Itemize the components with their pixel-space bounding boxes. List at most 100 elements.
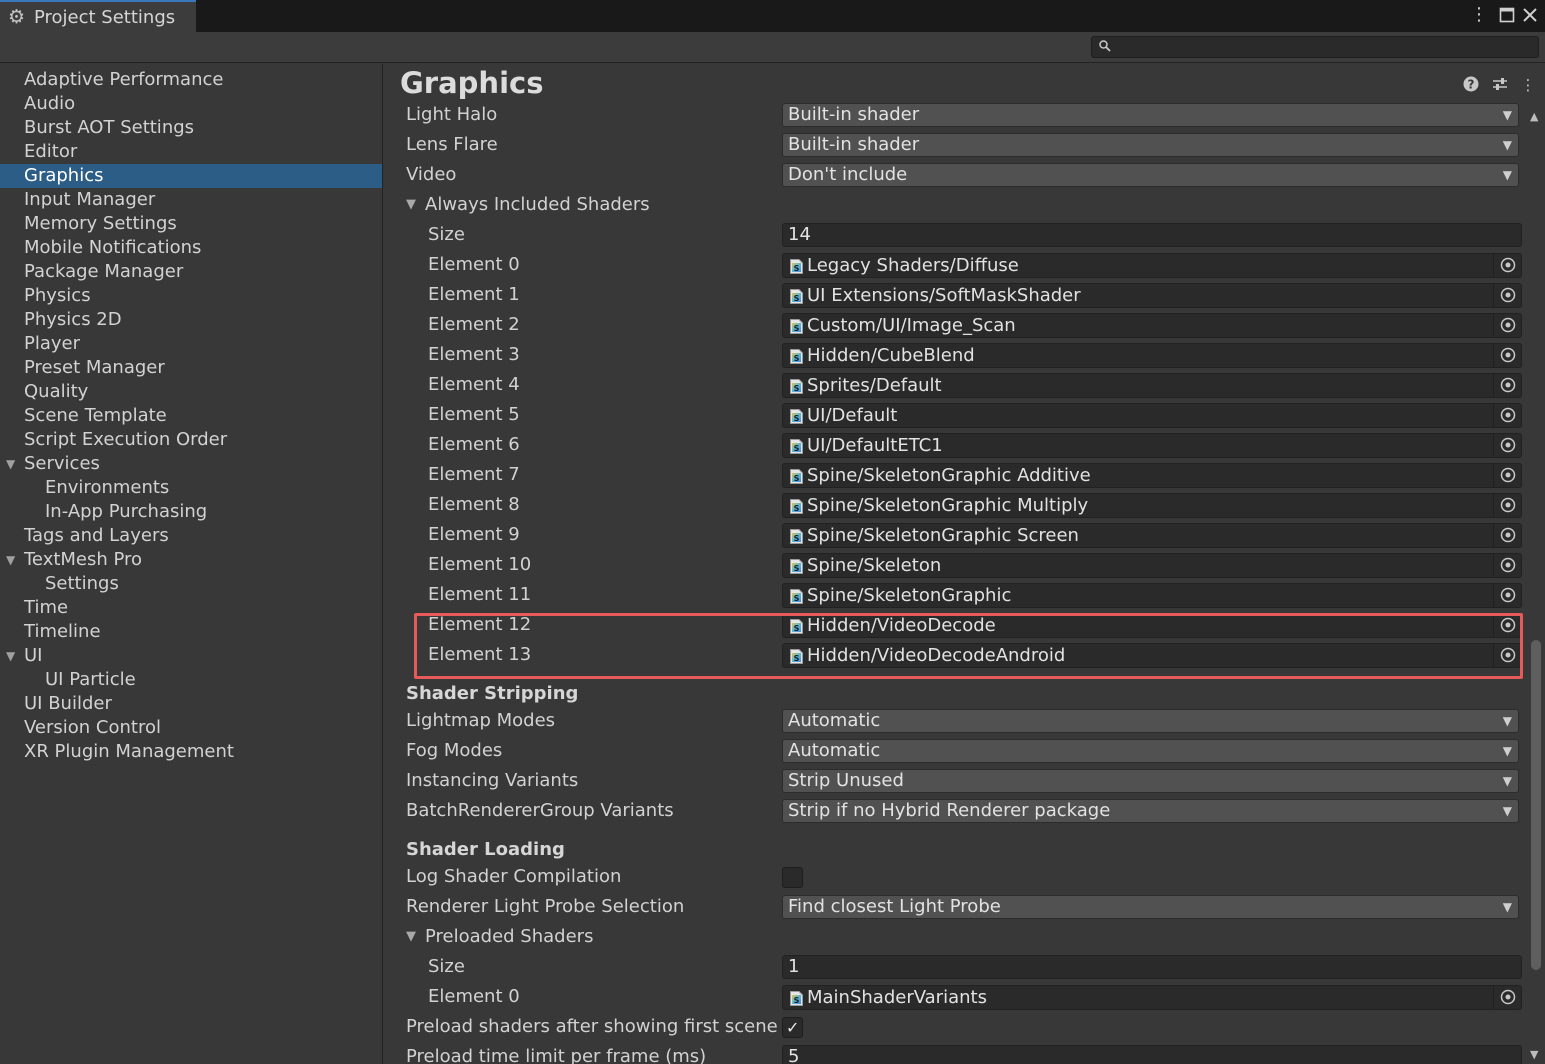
log-shader-compilation-checkbox[interactable] <box>782 867 803 888</box>
sidebar-item-physics-2d[interactable]: Physics 2D <box>0 308 382 332</box>
preloaded-size-field[interactable]: 1 <box>782 955 1522 979</box>
sidebar-item-memory-settings[interactable]: Memory Settings <box>0 212 382 236</box>
object-picker-button[interactable] <box>1493 644 1521 667</box>
sidebar-item-xr-plugin-management[interactable]: XR Plugin Management <box>0 740 382 764</box>
object-picker-button[interactable] <box>1493 524 1521 547</box>
shader-object-field[interactable]: S Spine/SkeletonGraphic Additive <box>782 463 1522 488</box>
sidebar-item-timeline[interactable]: Timeline <box>0 620 382 644</box>
sidebar-item-in-app-purchasing[interactable]: In-App Purchasing <box>0 500 382 524</box>
foldout-expanded-icon[interactable]: ▼ <box>406 922 416 952</box>
sidebar-item-scene-template[interactable]: Scene Template <box>0 404 382 428</box>
object-picker-button[interactable] <box>1493 284 1521 307</box>
sidebar-item-physics[interactable]: Physics <box>0 284 382 308</box>
object-picker-button[interactable] <box>1493 404 1521 427</box>
kebab-menu-icon[interactable]: ⋮ <box>1468 4 1490 26</box>
svg-text:S: S <box>794 264 800 273</box>
sidebar-item-ui[interactable]: ▼ UI <box>0 644 382 668</box>
sidebar-item-ui-builder[interactable]: UI Builder <box>0 692 382 716</box>
sidebar-item-audio[interactable]: Audio <box>0 92 382 116</box>
object-picker-button[interactable] <box>1493 584 1521 607</box>
object-picker-icon <box>1500 527 1516 543</box>
always-included-size-field[interactable]: 14 <box>782 223 1522 247</box>
sidebar-item-preset-manager[interactable]: Preset Manager <box>0 356 382 380</box>
batchrenderergroup-variants-dropdown[interactable]: Strip if no Hybrid Renderer package ▼ <box>782 799 1519 823</box>
checkmark-icon: ✓ <box>786 1018 800 1037</box>
sidebar-item-time[interactable]: Time <box>0 596 382 620</box>
shader-object-field[interactable]: S UI/DefaultETC1 <box>782 433 1522 458</box>
dropdown-value: Strip if no Hybrid Renderer package <box>788 800 1111 821</box>
search-input[interactable] <box>1116 38 1531 56</box>
svg-text:S: S <box>794 354 800 363</box>
shader-object-field[interactable]: S UI Extensions/SoftMaskShader <box>782 283 1522 308</box>
object-picker-button[interactable] <box>1493 554 1521 577</box>
video-dropdown[interactable]: Don't include ▼ <box>782 163 1519 187</box>
shader-object-field[interactable]: S Spine/SkeletonGraphic Screen <box>782 523 1522 548</box>
lens-flare-dropdown[interactable]: Built-in shader ▼ <box>782 133 1519 157</box>
shader-object-field[interactable]: S Hidden/VideoDecodeAndroid <box>782 643 1522 668</box>
sidebar-item-graphics[interactable]: Graphics <box>0 164 382 188</box>
shader-object-field[interactable]: S Spine/SkeletonGraphic Multiply <box>782 493 1522 518</box>
sidebar-item-settings[interactable]: Settings <box>0 572 382 596</box>
shader-variants-object-field[interactable]: S MainShaderVariants <box>782 985 1522 1010</box>
sidebar-item-version-control[interactable]: Version Control <box>0 716 382 740</box>
object-picker-button[interactable] <box>1493 254 1521 277</box>
lightmap-modes-dropdown[interactable]: Automatic ▼ <box>782 709 1519 733</box>
sidebar-item-environments[interactable]: Environments <box>0 476 382 500</box>
shader-object-field[interactable]: S Spine/Skeleton <box>782 553 1522 578</box>
sidebar-item-ui-particle[interactable]: UI Particle <box>0 668 382 692</box>
search-box[interactable] <box>1091 36 1539 58</box>
object-picker-button[interactable] <box>1493 374 1521 397</box>
scroll-up-arrow-icon[interactable]: ▲ <box>1530 110 1538 123</box>
scrollbar-thumb[interactable] <box>1531 640 1541 970</box>
sidebar-item-tags-and-layers[interactable]: Tags and Layers <box>0 524 382 548</box>
scroll-down-arrow-icon[interactable]: ▼ <box>1530 1048 1538 1061</box>
light-probe-selection-dropdown[interactable]: Find closest Light Probe ▼ <box>782 895 1519 919</box>
object-picker-icon <box>1500 587 1516 603</box>
field-label: Preload time limit per frame (ms) <box>406 1046 707 1064</box>
object-picker-button[interactable] <box>1493 986 1521 1009</box>
sidebar-item-textmesh-pro[interactable]: ▼ TextMesh Pro <box>0 548 382 572</box>
maximize-icon[interactable] <box>1496 4 1518 26</box>
preset-sliders-icon[interactable] <box>1491 76 1509 94</box>
sidebar-item-burst-aot-settings[interactable]: Burst AOT Settings <box>0 116 382 140</box>
object-picker-button[interactable] <box>1493 314 1521 337</box>
foldout-expanded-icon[interactable]: ▼ <box>6 644 15 668</box>
shader-object-field[interactable]: S Custom/UI/Image_Scan <box>782 313 1522 338</box>
shader-file-icon: S <box>790 349 803 364</box>
sidebar-item-editor[interactable]: Editor <box>0 140 382 164</box>
sidebar-item-package-manager[interactable]: Package Manager <box>0 260 382 284</box>
object-picker-button[interactable] <box>1493 464 1521 487</box>
sidebar-item-script-execution-order[interactable]: Script Execution Order <box>0 428 382 452</box>
shader-object-field[interactable]: S Spine/SkeletonGraphic <box>782 583 1522 608</box>
sidebar-item-mobile-notifications[interactable]: Mobile Notifications <box>0 236 382 260</box>
sidebar-item-services[interactable]: ▼ Services <box>0 452 382 476</box>
field-label: Element 10 <box>428 554 532 575</box>
object-picker-icon <box>1500 467 1516 483</box>
foldout-expanded-icon[interactable]: ▼ <box>6 548 15 572</box>
shader-object-field[interactable]: S Sprites/Default <box>782 373 1522 398</box>
close-icon[interactable] <box>1519 4 1541 26</box>
object-picker-button[interactable] <box>1493 614 1521 637</box>
shader-object-field[interactable]: S UI/Default <box>782 403 1522 428</box>
foldout-expanded-icon[interactable]: ▼ <box>6 452 15 476</box>
light-halo-dropdown[interactable]: Built-in shader ▼ <box>782 103 1519 127</box>
instancing-variants-dropdown[interactable]: Strip Unused ▼ <box>782 769 1519 793</box>
object-picker-button[interactable] <box>1493 344 1521 367</box>
preload-after-first-scene-checkbox[interactable]: ✓ <box>782 1017 803 1038</box>
object-picker-button[interactable] <box>1493 434 1521 457</box>
shader-object-field[interactable]: S Legacy Shaders/Diffuse <box>782 253 1522 278</box>
shader-object-field[interactable]: S Hidden/VideoDecode <box>782 613 1522 638</box>
help-icon[interactable]: ? <box>1462 76 1480 94</box>
sidebar-item-player[interactable]: Player <box>0 332 382 356</box>
sidebar-item-quality[interactable]: Quality <box>0 380 382 404</box>
sidebar-item-adaptive-performance[interactable]: Adaptive Performance <box>0 68 382 92</box>
sidebar-item-input-manager[interactable]: Input Manager <box>0 188 382 212</box>
foldout-expanded-icon[interactable]: ▼ <box>406 190 416 220</box>
object-picker-button[interactable] <box>1493 494 1521 517</box>
sidebar-item-label: Physics <box>24 285 91 306</box>
project-settings-tab[interactable]: ⚙ Project Settings <box>0 0 196 32</box>
preload-time-limit-field[interactable]: 5 <box>782 1045 1522 1064</box>
fog-modes-dropdown[interactable]: Automatic ▼ <box>782 739 1519 763</box>
kebab-menu-icon[interactable]: ⋮ <box>1519 76 1537 94</box>
shader-object-field[interactable]: S Hidden/CubeBlend <box>782 343 1522 368</box>
